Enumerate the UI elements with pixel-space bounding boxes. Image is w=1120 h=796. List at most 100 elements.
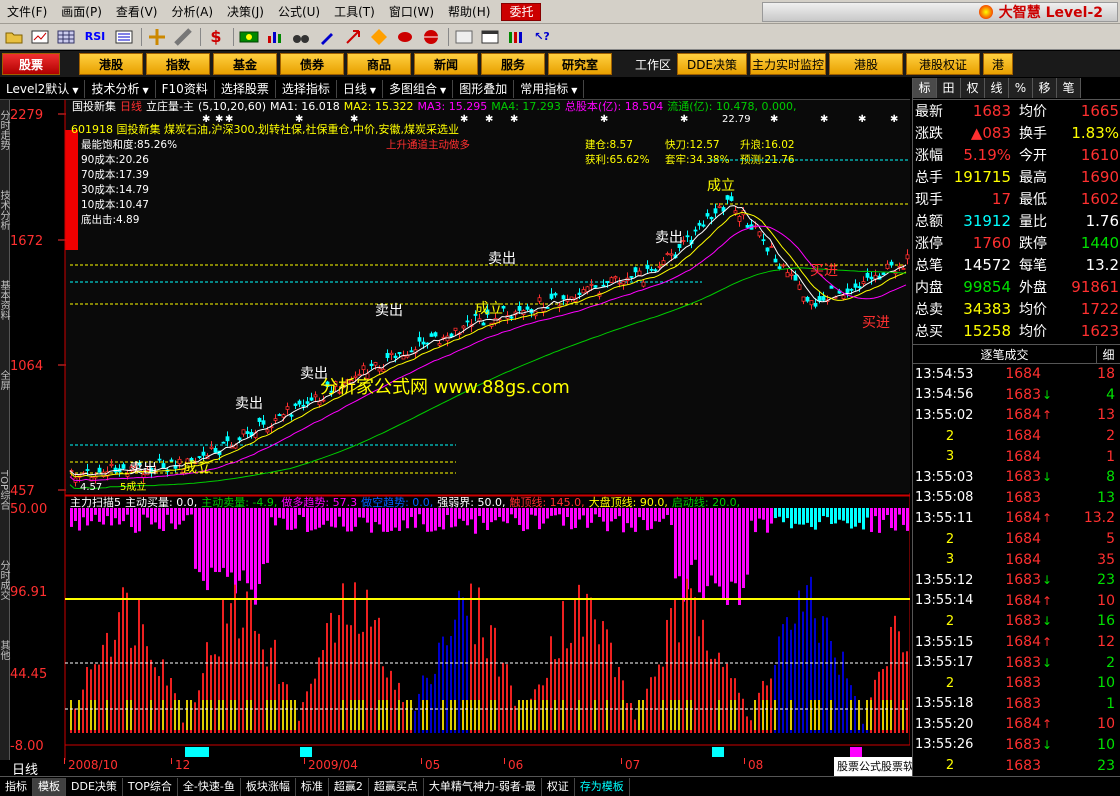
nav-fund[interactable]: 基金: [213, 53, 277, 75]
list-icon[interactable]: [112, 27, 136, 47]
nav-index[interactable]: 指数: [146, 53, 210, 75]
menu-decision[interactable]: 决策(J): [220, 1, 271, 23]
arrow-icon[interactable]: [341, 27, 365, 47]
nav-news[interactable]: 新闻: [414, 53, 478, 75]
folder-icon[interactable]: [2, 27, 26, 47]
nav-research[interactable]: 研究室: [548, 53, 612, 75]
menu-screen[interactable]: 画面(P): [54, 1, 109, 23]
quote-tab-4[interactable]: %: [1009, 78, 1033, 98]
binoculars-icon[interactable]: [289, 27, 313, 47]
globe-icon[interactable]: [419, 27, 443, 47]
stack-icon[interactable]: [504, 27, 528, 47]
stat-huoli: 获利:65.62%: [585, 154, 650, 166]
nav-service[interactable]: 服务: [481, 53, 545, 75]
magenta-bar: [638, 508, 641, 518]
quote-tab-3[interactable]: 线: [985, 78, 1009, 98]
nav-hk[interactable]: 港股: [79, 53, 143, 75]
quote-tab-6[interactable]: 笔: [1057, 78, 1081, 98]
red-bar: [102, 644, 104, 733]
tick-volume: 23: [1097, 757, 1115, 774]
help-icon[interactable]: ↖?: [530, 27, 554, 47]
shape-icon[interactable]: [393, 27, 417, 47]
yellow-bar: [866, 700, 868, 730]
nav-hk3[interactable]: 港: [983, 53, 1014, 75]
subbar-item-2[interactable]: F10资料: [156, 79, 215, 98]
nav-hk-warrant[interactable]: 港股权证: [906, 53, 981, 75]
menu-tools[interactable]: 工具(T): [327, 1, 382, 23]
diamond-icon[interactable]: [367, 27, 391, 47]
menu-formula[interactable]: 公式(U): [271, 1, 327, 23]
magenta-bar: [326, 508, 329, 521]
nav-stocks[interactable]: 股票: [2, 53, 60, 75]
subbar-item-8[interactable]: 常用指标 ▼: [514, 79, 585, 98]
pen-icon[interactable]: [315, 27, 339, 47]
bottom-tab-1[interactable]: 模板: [33, 777, 66, 796]
nav-hk2[interactable]: 港股: [829, 53, 904, 75]
nav-dde[interactable]: DDE决策: [677, 53, 748, 75]
subbar-item-0[interactable]: Level2默认 ▼: [0, 79, 86, 98]
nav-commodity[interactable]: 商品: [347, 53, 411, 75]
nav-bond[interactable]: 债券: [280, 53, 344, 75]
bottom-tab-11[interactable]: 存为模板: [575, 777, 630, 796]
subbar-item-5[interactable]: 日线 ▼: [337, 79, 384, 98]
left-stat: 90成本:20.26: [81, 153, 149, 166]
candle: [225, 436, 230, 442]
bottom-tab-10[interactable]: 权证: [542, 777, 575, 796]
magenta-bar: [878, 508, 881, 533]
rsi-icon[interactable]: RSI: [80, 27, 110, 47]
tick-volume: 4: [1106, 386, 1115, 403]
quote-label: 内盘: [915, 280, 943, 296]
menu-window[interactable]: 窗口(W): [382, 1, 441, 23]
quote-tab-1[interactable]: 田: [937, 78, 961, 98]
ruler-icon[interactable]: [171, 27, 195, 47]
bottom-tab-0[interactable]: 指标: [0, 777, 33, 796]
menu-help[interactable]: 帮助(H): [441, 1, 497, 23]
candle: [281, 414, 286, 418]
bars-icon[interactable]: [263, 27, 287, 47]
dollar-icon[interactable]: $: [204, 27, 228, 47]
crosshair-icon[interactable]: [145, 27, 169, 47]
bottom-tab-6[interactable]: 标准: [296, 777, 329, 796]
magenta-bar: [642, 508, 645, 521]
window-icon[interactable]: [452, 27, 476, 47]
subbar-item-6[interactable]: 多图组合 ▼: [383, 79, 454, 98]
tick-list[interactable]: 13:54:53 1684 18 13:54:56 1683 ↓ 4 13:55:02 1684…: [913, 364, 1120, 776]
chart-icon[interactable]: [28, 27, 52, 47]
magenta-bar: [174, 508, 177, 530]
bottom-tab-9[interactable]: 大单精气神力-弱者-最: [424, 777, 542, 796]
yellow-bar: [126, 700, 128, 730]
nav-monitor[interactable]: 主力实时监控: [750, 53, 827, 75]
subbar-item-7[interactable]: 图形叠加: [453, 79, 515, 98]
bottom-tab-4[interactable]: 全-快速-鱼: [178, 777, 241, 796]
subbar-item-1[interactable]: 技术分析 ▼: [85, 79, 156, 98]
menu-file[interactable]: 文件(F): [0, 1, 54, 23]
chart-area[interactable]: 2279 1672 1064 457 国投新集 日线 立庄量-主 (5,10,20,60) MA…: [10, 100, 910, 760]
tick-time: 2: [945, 758, 955, 774]
tick-detail-tab[interactable]: 细: [1096, 345, 1120, 363]
bottom-tab-2[interactable]: DDE决策: [66, 777, 123, 796]
calendar-icon[interactable]: [478, 27, 502, 47]
candle: [209, 446, 214, 449]
menubar: 文件(F) 画面(P) 查看(V) 分析(A) 决策(J) 公式(U) 工具(T…: [0, 0, 1120, 24]
quote-tab-2[interactable]: 权: [961, 78, 985, 98]
cyan-bar: [826, 508, 829, 518]
bottom-tab-5[interactable]: 板块涨幅: [241, 777, 296, 796]
bottom-tab-3[interactable]: TOP综合: [123, 777, 178, 796]
money-icon[interactable]: [237, 27, 261, 47]
bottom-tab-8[interactable]: 超赢买点: [369, 777, 424, 796]
cyan-bar: [854, 508, 857, 527]
subbar-item-3[interactable]: 选择股票: [215, 79, 276, 98]
menu-view[interactable]: 查看(V): [109, 1, 165, 23]
menu-trade[interactable]: 委托: [501, 2, 542, 21]
candle: [445, 335, 450, 342]
grid-icon[interactable]: [54, 27, 78, 47]
bottom-tab-7[interactable]: 超赢2: [329, 777, 369, 796]
candle: [669, 253, 674, 256]
quote-tab-5[interactable]: 移: [1033, 78, 1057, 98]
up-arrow-icon: ↑: [1042, 593, 1053, 608]
candle: [161, 463, 166, 468]
red-bar: [122, 587, 124, 733]
subbar-item-4[interactable]: 选择指标: [276, 79, 337, 98]
quote-tab-0[interactable]: 标: [913, 78, 937, 98]
menu-analysis[interactable]: 分析(A): [164, 1, 220, 23]
